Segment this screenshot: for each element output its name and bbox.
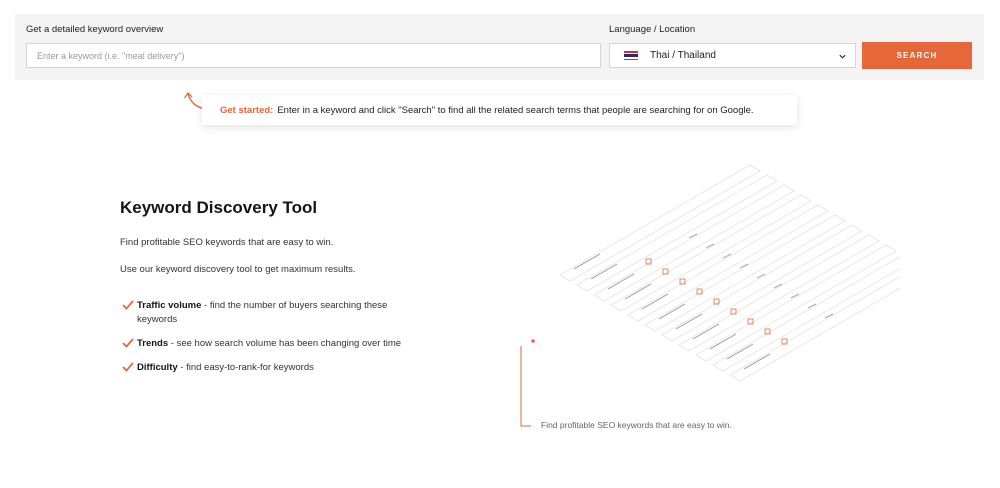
- language-value: Thai / Thailand: [650, 50, 716, 61]
- tip-text: Enter in a keyword and click "Search" to…: [277, 104, 754, 116]
- keyword-input[interactable]: [26, 43, 601, 68]
- caption-bracket: [520, 339, 535, 427]
- feature-traffic-volume: Traffic volume - find the number of buye…: [122, 300, 387, 325]
- chevron-down-icon: [839, 54, 846, 59]
- page-title: Keyword Discovery Tool: [120, 198, 318, 217]
- checkmark-icon: [122, 338, 134, 348]
- intro-line-1: Find profitable SEO keywords that are ea…: [120, 237, 334, 248]
- keyword-table-illustration: [559, 164, 900, 382]
- language-location-select[interactable]: Thai / Thailand: [609, 43, 856, 68]
- keyword-search-panel: Get a detailed keyword overview Language…: [15, 14, 984, 80]
- feature-title: Difficulty: [137, 362, 178, 373]
- feature-title: Traffic volume: [137, 300, 202, 311]
- checkmark-icon: [122, 362, 134, 372]
- get-started-tip: Get started: Enter in a keyword and clic…: [202, 95, 797, 125]
- feature-desc: - see how search volume has been changin…: [168, 338, 402, 349]
- tip-heading: Get started:: [220, 104, 274, 116]
- thailand-flag-icon: [624, 51, 638, 60]
- intro-line-2: Use our keyword discovery tool to get ma…: [120, 264, 356, 275]
- feature-trends: Trends - see how search volume has been …: [122, 338, 401, 349]
- language-label: Language / Location: [609, 24, 696, 35]
- checkmark-icon: [122, 300, 134, 310]
- feature-desc: - find the number of buyers searching th…: [201, 300, 388, 311]
- keyword-label: Get a detailed keyword overview: [26, 24, 164, 35]
- feature-desc-cont: keywords: [137, 314, 178, 325]
- feature-difficulty: Difficulty - find easy-to-rank-for keywo…: [122, 362, 314, 373]
- search-button[interactable]: SEARCH: [862, 42, 972, 69]
- illustration-caption: Find profitable SEO keywords that are ea…: [541, 420, 732, 430]
- feature-desc: - find easy-to-rank-for keywords: [177, 362, 314, 373]
- feature-title: Trends: [137, 338, 169, 349]
